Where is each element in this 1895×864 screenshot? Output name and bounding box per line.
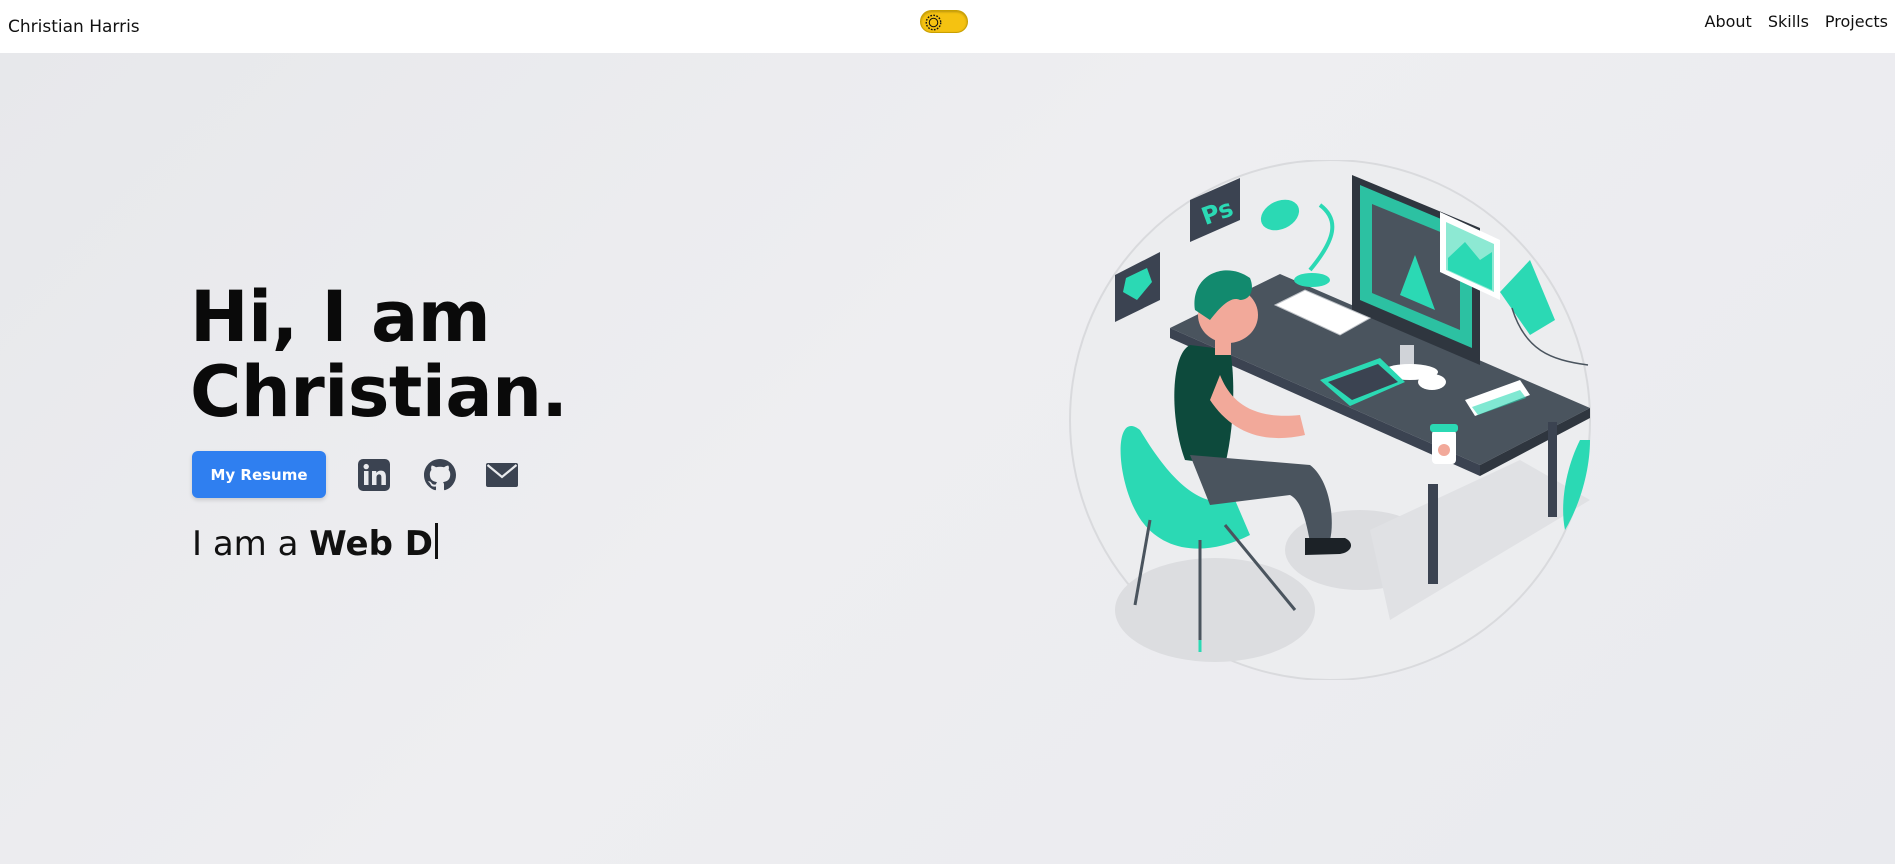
developer-illustration: Ps <box>1069 160 1591 680</box>
typed-role: Web D <box>309 524 433 564</box>
navbar: Christian Harris About Skills Projects <box>0 0 1895 53</box>
resume-button[interactable]: My Resume <box>192 451 326 498</box>
mail-icon <box>486 463 518 487</box>
nav-skills[interactable]: Skills <box>1768 12 1809 31</box>
nav-links: About Skills Projects <box>1705 0 1888 43</box>
github-link[interactable] <box>422 457 458 493</box>
sun-icon <box>925 14 942 31</box>
typed-role-text: I am a Web D <box>192 522 438 566</box>
email-link[interactable] <box>484 457 520 493</box>
github-icon <box>424 459 456 491</box>
brand-name[interactable]: Christian Harris <box>8 17 140 37</box>
linkedin-icon <box>358 459 390 491</box>
linkedin-link[interactable] <box>356 457 392 493</box>
greeting-line-1: Hi, I am <box>190 276 491 358</box>
nav-projects[interactable]: Projects <box>1825 12 1888 31</box>
hero-greeting: Hi, I am Christian. <box>190 280 568 430</box>
typed-prefix: I am a <box>192 524 299 564</box>
typing-cursor <box>435 523 438 559</box>
nav-about[interactable]: About <box>1705 12 1752 31</box>
theme-toggle[interactable] <box>920 10 968 33</box>
greeting-line-2: Christian. <box>190 351 568 433</box>
